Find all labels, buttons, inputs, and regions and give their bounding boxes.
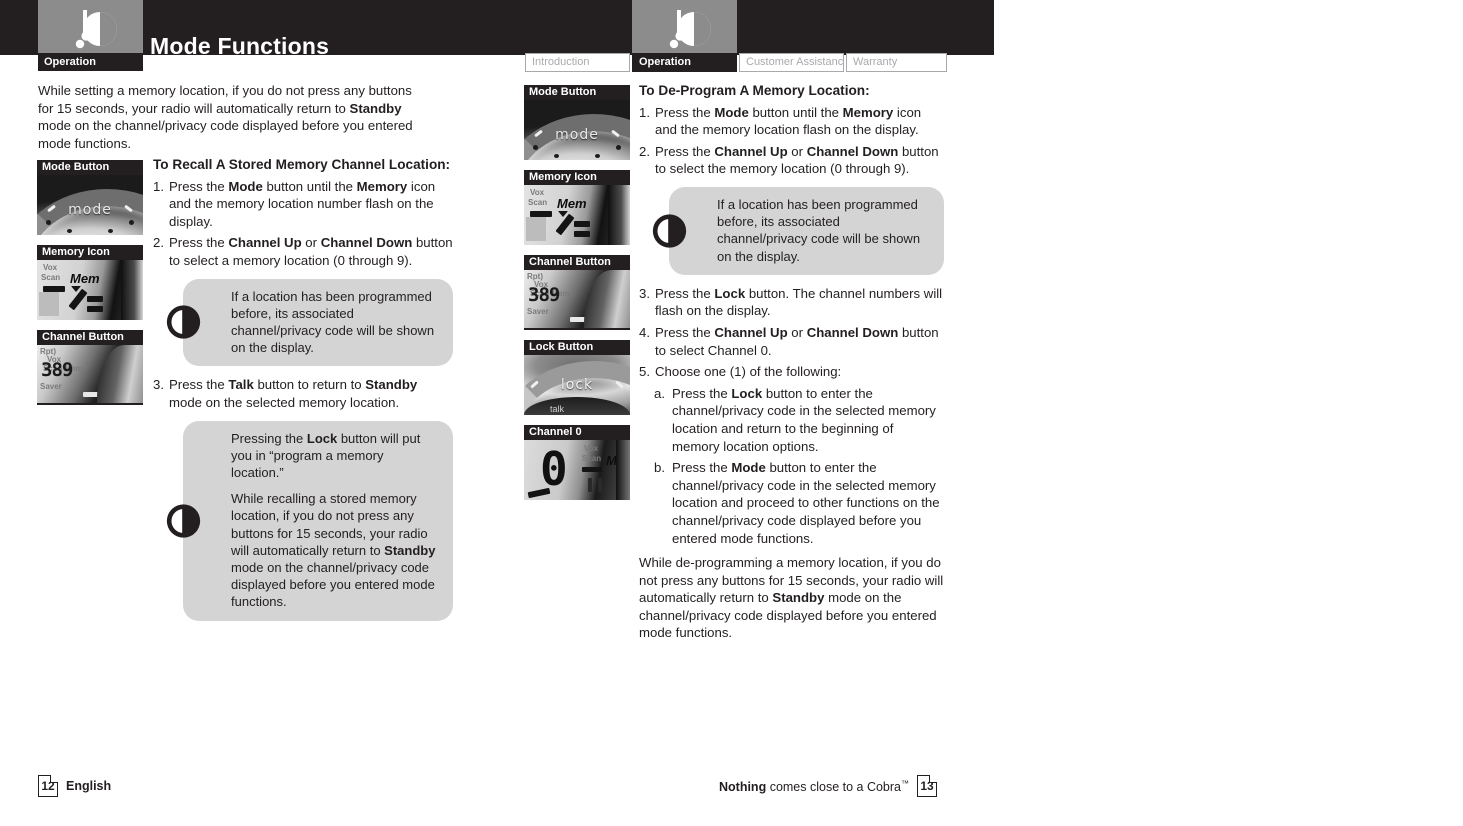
thumbnail-image-lock-dial: lock talk [524,355,630,415]
substep-text: Press the Lock button to enter the chann… [672,385,936,454]
intro-line-2a: for 15 seconds, your radio will automati… [38,100,350,116]
section-heading-deprogram: To De-Program A Memory Location: [639,83,870,98]
thumbnail-mode-button: Mode Button mode [524,85,630,160]
right-body-column: To De-Program A Memory Location: 1. Pres… [639,82,944,650]
substep-letter: a. [654,385,665,401]
thumbnail-image-channel-dial: Rpt) Vox Scan Mem 389 Saver channel [524,270,630,330]
callout-paragraph-1: Pressing the Lock button will put you in… [231,430,421,480]
step-text: Choose one (1) of the following: [655,364,842,380]
logo-box-left [38,0,143,55]
tab-warranty[interactable]: Warranty [846,53,947,72]
step-number: 2. [639,143,650,159]
thumbnail-channel-0: Channel 0 0 Vox Scan Mem [524,425,630,500]
step-item: 1. Press the Mode button until the Memor… [153,178,453,231]
callout-paragraph-2: While recalling a stored memory location… [231,491,436,610]
step-item: 1. Press the Mode button until the Memor… [639,104,944,139]
closing-paragraph: While de-programming a memory location, … [639,555,944,641]
section-label-operation: Operation [38,53,143,71]
callout-paragraph: If a location has been programmed before… [717,196,921,264]
step-number: 2. [153,235,164,251]
page-number-left: 12 [38,775,58,797]
intro-standby-emphasis: Standby [349,100,402,116]
step-item: 4. Press the Channel Up or Channel Down … [639,324,944,359]
step-number: 1. [639,104,650,120]
footer-slogan: Nothing comes close to a Cobra™ [719,779,909,794]
thumbnail-label: Channel Button [37,330,143,345]
step-item: 2. Press the Channel Up or Channel Down … [153,234,453,269]
section-heading-recall: To Recall A Stored Memory Channel Locati… [153,157,451,172]
step-number: 5. [639,364,650,380]
thumbnail-label: Memory Icon [37,245,143,260]
info-callout: If a location has been programmed before… [652,186,944,275]
left-thumbnail-column: Mode Button mode Memory Icon Vox Scan Me… [37,160,143,415]
thumbnail-channel-button: Channel Button Rpt) Vox Scan Mem 389 Sav… [37,330,143,405]
step-item: 5. Choose one (1) of the following: [639,363,944,381]
thumbnail-image-channel0-lcd: 0 Vox Scan Mem [524,440,630,500]
thumbnail-lock-button: Lock Button lock talk [524,340,630,415]
thumbnail-label: Mode Button [37,160,143,175]
left-body-column: To Recall A Stored Memory Channel Locati… [153,156,453,631]
step-item: 3. Press the Talk button to return to St… [153,376,453,411]
trademark-symbol: ™ [901,779,910,788]
tab-introduction[interactable]: Introduction [525,53,630,72]
thumbnail-label: Channel 0 [524,425,630,440]
cobra-radio-logo [75,9,117,48]
step-text: Press the Mode button until the Memory i… [169,178,436,229]
info-callout: Pressing the Lock button will put you in… [166,420,453,621]
substep-item: b. Press the Mode button to enter the ch… [654,459,944,547]
page-number-right: 13 [917,775,937,797]
footer-slogan-rest: comes close to a Cobra [766,780,902,795]
step-text: Press the Channel Up or Channel Down but… [655,143,939,177]
thumbnail-mode-button: Mode Button mode [37,160,143,235]
intro-line-4: mode functions. [38,135,132,151]
info-callout: If a location has been programmed before… [166,278,453,367]
step-item: 2. Press the Channel Up or Channel Down … [639,143,944,178]
step-text: Press the Channel Up or Channel Down but… [655,324,939,358]
tab-operation[interactable]: Operation [632,53,737,72]
step-text: Press the Mode button until the Memory i… [655,104,922,138]
info-power-icon [166,305,201,340]
substep-item: a. Press the Lock button to enter the ch… [654,385,944,455]
info-power-icon [652,214,687,248]
thumbnail-image-mode-dial: mode [524,100,630,160]
step-text: Press the Channel Up or Channel Down but… [169,235,453,268]
thumbnail-label: Lock Button [524,340,630,355]
footer-language-label: English [66,779,112,793]
thumbnail-memory-icon: Memory Icon Vox Scan Mem [524,170,630,245]
step-number: 4. [639,324,650,340]
intro-line-3: mode on the channel/privacy code display… [38,118,413,134]
substep-letter: b. [654,460,665,476]
logo-box-right [632,0,737,55]
callout-paragraph: If a location has been programmed before… [231,288,435,356]
tab-customer-assistance[interactable]: Customer Assistance [739,53,844,72]
thumbnail-channel-button: Channel Button Rpt) Vox Scan Mem 389 Sav… [524,255,630,330]
step-number: 3. [639,285,650,301]
thumbnail-label: Mode Button [524,85,630,100]
thumbnail-image-mode-dial: mode [37,175,143,235]
thumbnail-label: Channel Button [524,255,630,270]
right-thumbnail-column: Mode Button mode Memory Icon Vox Scan Me… [524,85,630,510]
thumbnail-image-channel-dial: Rpt) Vox Scan Mem 389 Saver channel [37,345,143,405]
step-number: 3. [153,377,164,393]
step-text: Press the Talk button to return to Stand… [169,377,418,410]
page-title: Mode Functions [150,33,330,59]
substep-text: Press the Mode button to enter the chann… [672,460,940,546]
thumbnail-image-mem-lcd: Vox Scan Mem [37,260,143,320]
step-item: 3. Press the Lock button. The channel nu… [639,285,944,320]
thumbnail-image-mem-lcd: Vox Scan Mem [524,185,630,245]
cobra-radio-logo [669,9,711,48]
thumbnail-memory-icon: Memory Icon Vox Scan Mem [37,245,143,320]
step-number: 1. [153,178,164,194]
left-intro-paragraph: While setting a memory location, if you … [38,82,438,152]
thumbnail-label: Memory Icon [524,170,630,185]
step-text: Press the Lock button. The channel numbe… [655,285,943,319]
intro-line-1: While setting a memory location, if you … [38,83,412,98]
info-power-icon [166,503,201,538]
footer-slogan-bold: Nothing [719,780,767,795]
